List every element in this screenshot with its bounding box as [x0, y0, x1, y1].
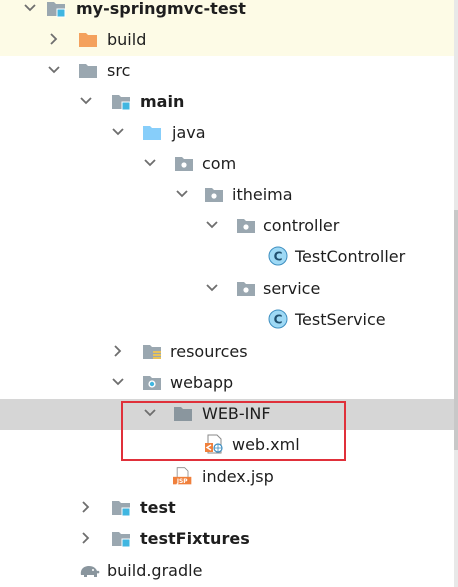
tree-item-testfixtures[interactable]: testFixtures — [0, 524, 458, 555]
tree-item-build-gradle[interactable]: build.gradle — [0, 556, 458, 587]
tree-item-index-jsp[interactable]: JSP index.jsp — [0, 462, 458, 493]
tree-item-root[interactable]: my-springmvc-test — [0, 0, 458, 25]
tree-item-webapp[interactable]: webapp — [0, 368, 458, 399]
tree-item-label: com — [202, 154, 237, 173]
package-icon — [175, 157, 193, 171]
excluded-folder-icon — [79, 33, 97, 47]
chevron-down-icon[interactable] — [204, 217, 220, 233]
package-icon — [205, 188, 223, 202]
svg-text:C: C — [274, 313, 283, 327]
chevron-right-icon[interactable] — [46, 31, 62, 47]
tree-item-label: TestController — [295, 247, 406, 266]
tree-item-label: service — [263, 279, 321, 298]
tree-item-com[interactable]: com — [0, 149, 458, 180]
chevron-down-icon[interactable] — [174, 186, 190, 202]
scrollbar-thumb[interactable] — [454, 210, 458, 450]
module-folder-icon — [47, 2, 66, 18]
java-class-icon: C — [268, 309, 288, 329]
tree-item-label: itheima — [232, 185, 293, 204]
tree-item-label: main — [140, 92, 185, 111]
chevron-down-icon[interactable] — [204, 280, 220, 296]
package-icon — [237, 219, 255, 233]
java-class-icon: C — [268, 246, 288, 266]
project-tree: my-springmvc-test build src main java co… — [0, 0, 458, 587]
svg-text:JSP: JSP — [176, 479, 188, 485]
tree-item-label: resources — [170, 342, 248, 361]
svg-text:C: C — [274, 250, 283, 264]
gradle-elephant-icon — [80, 566, 100, 577]
tree-item-label: build.gradle — [107, 561, 203, 580]
annotation-highlight-box — [121, 401, 346, 461]
chevron-down-icon[interactable] — [110, 374, 126, 390]
vertical-scrollbar[interactable] — [454, 0, 458, 587]
package-icon — [237, 282, 255, 296]
source-folder-icon — [143, 126, 161, 140]
tree-item-label: java — [172, 123, 206, 142]
tree-item-controller[interactable]: controller — [0, 211, 458, 242]
tree-item-label: build — [107, 30, 147, 49]
tree-item-label: controller — [263, 216, 340, 235]
tree-item-testservice[interactable]: C TestService — [0, 305, 458, 336]
module-folder-icon — [112, 532, 131, 548]
module-folder-icon — [112, 501, 131, 517]
tree-item-label: src — [107, 61, 131, 80]
tree-item-itheima[interactable]: itheima — [0, 180, 458, 211]
chevron-right-icon[interactable] — [110, 343, 126, 359]
web-folder-icon — [143, 376, 161, 390]
resources-folder-icon — [143, 345, 161, 359]
chevron-right-icon[interactable] — [78, 499, 94, 515]
tree-item-label: webapp — [170, 373, 234, 392]
tree-item-resources[interactable]: resources — [0, 337, 458, 368]
chevron-down-icon[interactable] — [78, 93, 94, 109]
tree-item-test[interactable]: test — [0, 493, 458, 524]
tree-item-build[interactable]: build — [0, 25, 458, 56]
tree-item-label: index.jsp — [202, 467, 274, 486]
tree-item-label: my-springmvc-test — [76, 0, 246, 18]
chevron-down-icon[interactable] — [22, 0, 38, 16]
tree-item-label: TestService — [295, 310, 386, 329]
chevron-down-icon[interactable] — [110, 124, 126, 140]
tree-item-src[interactable]: src — [0, 56, 458, 87]
chevron-down-icon[interactable] — [142, 155, 158, 171]
tree-item-service[interactable]: service — [0, 274, 458, 305]
chevron-down-icon[interactable] — [46, 62, 62, 78]
tree-item-java[interactable]: java — [0, 118, 458, 149]
chevron-right-icon[interactable] — [78, 530, 94, 546]
module-folder-icon — [112, 95, 131, 111]
jsp-file-icon: JSP — [173, 467, 192, 485]
tree-item-label: test — [140, 498, 176, 517]
folder-icon — [79, 64, 97, 78]
tree-item-testcontroller[interactable]: C TestController — [0, 242, 458, 273]
tree-item-label: testFixtures — [140, 529, 250, 548]
tree-item-main[interactable]: main — [0, 87, 458, 118]
